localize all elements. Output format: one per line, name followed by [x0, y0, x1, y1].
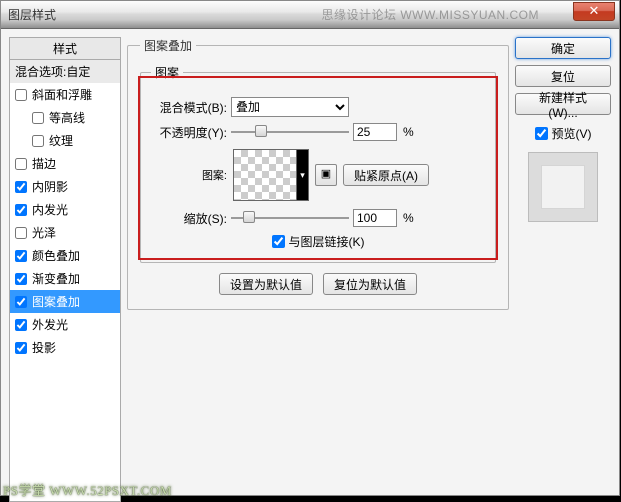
layer-style-dialog: 图层样式 思缘设计论坛 WWW.MISSYUAN.COM ✕ 样式 混合选项:自… [0, 0, 620, 496]
blending-options-row[interactable]: 混合选项:自定 [10, 60, 120, 83]
close-button[interactable]: ✕ [573, 2, 615, 21]
watermark-top: 思缘设计论坛 WWW.MISSYUAN.COM [322, 6, 540, 23]
style-label: 内阴影 [32, 178, 68, 195]
style-row[interactable]: 外发光 [10, 313, 120, 336]
opacity-slider[interactable] [231, 125, 349, 139]
style-checkbox[interactable] [32, 112, 44, 124]
close-icon: ✕ [589, 3, 600, 18]
preview-checkbox[interactable] [535, 127, 548, 140]
style-row[interactable]: 内阴影 [10, 175, 120, 198]
pattern-dropdown[interactable]: ▾ [297, 149, 309, 201]
style-row[interactable]: 投影 [10, 336, 120, 359]
pattern-swatch[interactable] [233, 149, 297, 201]
make-default-button[interactable]: 设置为默认值 [219, 273, 313, 295]
title-bar: 图层样式 思缘设计论坛 WWW.MISSYUAN.COM ✕ [1, 1, 619, 29]
right-panel: 确定 复位 新建样式(W)... 预览(V) [515, 37, 611, 487]
window-title: 图层样式 [8, 6, 56, 23]
new-preset-button[interactable]: ▣ [315, 164, 337, 186]
dialog-content: 样式 混合选项:自定 斜面和浮雕等高线纹理描边内阴影内发光光泽颜色叠加渐变叠加图… [1, 29, 619, 495]
style-label: 投影 [32, 339, 56, 356]
style-row[interactable]: 描边 [10, 152, 120, 175]
blending-options-label: 混合选项:自定 [15, 63, 90, 80]
pattern-row: 图案: ▾ ▣ 贴紧原点(A) [151, 149, 485, 201]
style-label: 光泽 [32, 224, 56, 241]
watermark-bottom: PS学堂 WWW.52PSXT.COM [3, 480, 172, 499]
pattern-fieldset: 图案 混合模式(B): 叠加 不透明度(Y): [140, 64, 496, 263]
pattern-label: 图案: [151, 167, 227, 183]
style-label: 图案叠加 [32, 293, 80, 310]
style-row[interactable]: 斜面和浮雕 [10, 83, 120, 106]
new-preset-icon: ▣ [321, 168, 331, 180]
style-checkbox[interactable] [32, 135, 44, 147]
style-row[interactable]: 等高线 [10, 106, 120, 129]
style-checkbox[interactable] [15, 296, 27, 308]
style-label: 外发光 [32, 316, 68, 333]
styles-header: 样式 [9, 37, 121, 60]
chevron-down-icon: ▾ [300, 170, 305, 181]
percent-label-2: % [403, 211, 414, 225]
scale-row: 缩放(S): % [151, 209, 485, 227]
style-label: 纹理 [49, 132, 73, 149]
opacity-input[interactable] [353, 123, 397, 141]
style-row[interactable]: 颜色叠加 [10, 244, 120, 267]
style-label: 内发光 [32, 201, 68, 218]
cancel-button[interactable]: 复位 [515, 65, 611, 87]
style-label: 渐变叠加 [32, 270, 80, 287]
link-label: 与图层链接(K) [289, 233, 365, 250]
style-row[interactable]: 渐变叠加 [10, 267, 120, 290]
scale-slider[interactable] [231, 211, 349, 225]
ok-button[interactable]: 确定 [515, 37, 611, 59]
snap-origin-button[interactable]: 贴紧原点(A) [343, 164, 429, 186]
style-checkbox[interactable] [15, 342, 27, 354]
style-checkbox[interactable] [15, 273, 27, 285]
preview-label: 预览(V) [552, 125, 592, 142]
pattern-overlay-group: 图案叠加 图案 混合模式(B): 叠加 不透明度(Y): [127, 37, 509, 310]
center-panel: 图案叠加 图案 混合模式(B): 叠加 不透明度(Y): [127, 37, 509, 487]
style-checkbox[interactable] [15, 204, 27, 216]
blend-mode-label: 混合模式(B): [151, 99, 227, 116]
blend-mode-row: 混合模式(B): 叠加 [151, 97, 485, 117]
opacity-label: 不透明度(Y): [151, 124, 227, 141]
preview-thumbnail [528, 152, 598, 222]
style-checkbox[interactable] [15, 319, 27, 331]
link-checkbox[interactable] [272, 235, 285, 248]
new-style-button[interactable]: 新建样式(W)... [515, 93, 611, 115]
styles-panel: 样式 混合选项:自定 斜面和浮雕等高线纹理描边内阴影内发光光泽颜色叠加渐变叠加图… [9, 37, 121, 487]
reset-default-button[interactable]: 复位为默认值 [323, 273, 417, 295]
link-row: 与图层链接(K) [151, 233, 485, 250]
style-checkbox[interactable] [15, 227, 27, 239]
style-row[interactable]: 光泽 [10, 221, 120, 244]
inner-title: 图案 [151, 64, 183, 81]
opacity-row: 不透明度(Y): % [151, 123, 485, 141]
blend-mode-select[interactable]: 叠加 [231, 97, 349, 117]
group-title: 图案叠加 [140, 37, 196, 54]
style-label: 描边 [32, 155, 56, 172]
styles-list: 混合选项:自定 斜面和浮雕等高线纹理描边内阴影内发光光泽颜色叠加渐变叠加图案叠加… [9, 60, 121, 502]
style-label: 颜色叠加 [32, 247, 80, 264]
style-row[interactable]: 图案叠加 [10, 290, 120, 313]
scale-label: 缩放(S): [151, 210, 227, 227]
style-checkbox[interactable] [15, 158, 27, 170]
style-label: 斜面和浮雕 [32, 86, 92, 103]
style-checkbox[interactable] [15, 89, 27, 101]
percent-label: % [403, 125, 414, 139]
style-checkbox[interactable] [15, 181, 27, 193]
style-row[interactable]: 纹理 [10, 129, 120, 152]
preview-row: 预览(V) [515, 125, 611, 142]
defaults-row: 设置为默认值 复位为默认值 [140, 273, 496, 295]
style-checkbox[interactable] [15, 250, 27, 262]
style-label: 等高线 [49, 109, 85, 126]
style-row[interactable]: 内发光 [10, 198, 120, 221]
scale-input[interactable] [353, 209, 397, 227]
